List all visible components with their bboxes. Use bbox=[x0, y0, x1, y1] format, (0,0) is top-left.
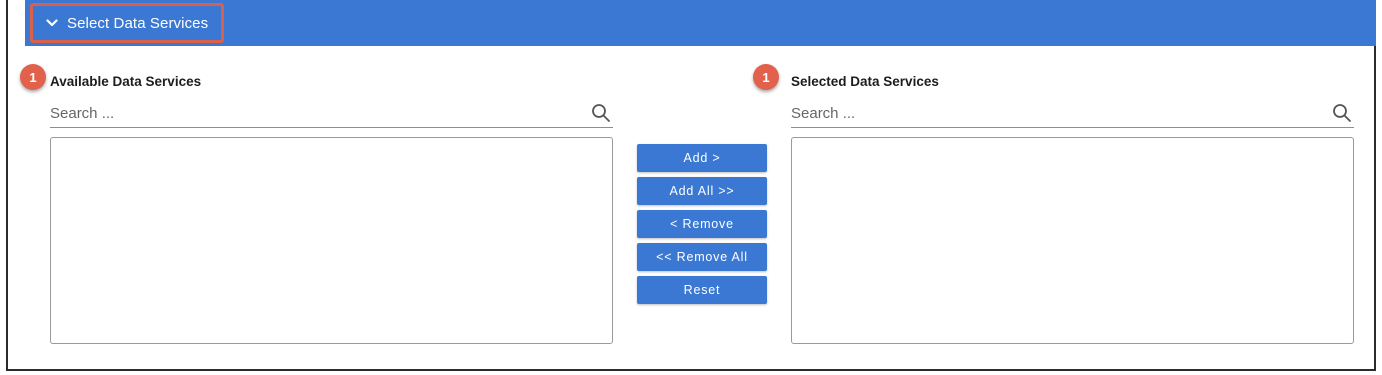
chevron-down-icon bbox=[39, 13, 65, 33]
add-all-button[interactable]: Add All >> bbox=[637, 177, 767, 205]
search-icon[interactable] bbox=[591, 103, 611, 123]
step-badge: 1 bbox=[753, 64, 779, 90]
selected-services-title: Selected Data Services bbox=[791, 74, 939, 89]
reset-button[interactable]: Reset bbox=[637, 276, 767, 304]
step-badge: 1 bbox=[20, 64, 46, 90]
search-icon[interactable] bbox=[1332, 103, 1352, 123]
available-search bbox=[50, 100, 613, 128]
selected-services-list[interactable] bbox=[791, 137, 1354, 344]
remove-button[interactable]: < Remove bbox=[637, 210, 767, 238]
section-title: Select Data Services bbox=[67, 14, 209, 32]
add-button[interactable]: Add > bbox=[637, 144, 767, 172]
available-search-input[interactable] bbox=[50, 100, 557, 126]
selected-search bbox=[791, 100, 1354, 128]
available-services-title: Available Data Services bbox=[50, 74, 202, 89]
select-data-services-toggle[interactable]: Select Data Services bbox=[30, 3, 224, 43]
section-header-bar bbox=[25, 0, 1376, 46]
selected-search-input[interactable] bbox=[791, 100, 1298, 126]
available-services-list[interactable] bbox=[50, 137, 613, 344]
remove-all-button[interactable]: << Remove All bbox=[637, 243, 767, 271]
